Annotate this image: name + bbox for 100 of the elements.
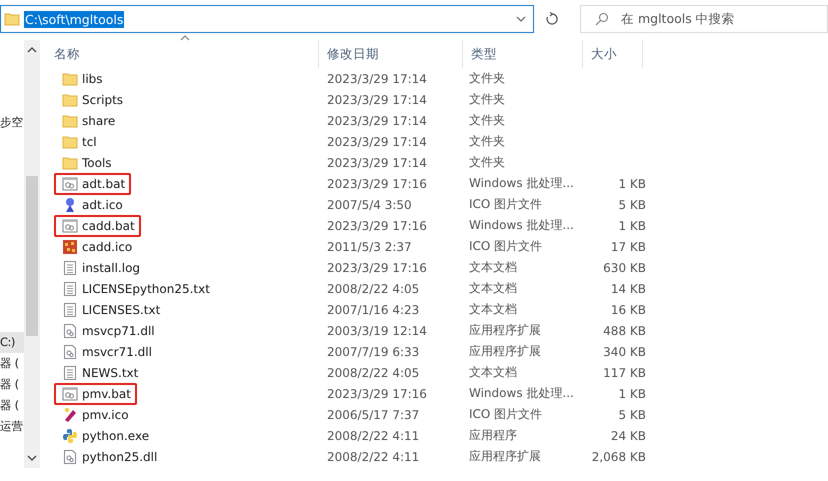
python-icon [62,428,78,444]
scrollbar-thumb[interactable] [26,176,38,336]
highlighted-file-name[interactable]: adt.bat [54,172,132,194]
nav-item[interactable]: 步空 [0,112,24,133]
file-type: 文本文档 [468,259,518,276]
file-name[interactable]: share [54,110,122,132]
column-header[interactable]: 大小 [583,40,643,68]
modified-date: 2023/3/29 17:14 [326,72,428,86]
modified-date: 2007/1/16 4:23 [326,302,420,316]
file-name[interactable]: libs [54,68,109,90]
modified-date: 2008/2/22 4:11 [326,428,420,442]
gears-window-icon [62,176,78,192]
file-name[interactable]: python.exe [54,424,156,446]
file-name[interactable]: Scripts [54,88,130,110]
text-document-icon [62,280,78,296]
file-name[interactable]: LICENSES.txt [54,298,166,320]
modified-date: 2007/5/4 3:50 [326,198,413,212]
file-type: 文本文档 [468,280,518,297]
file-size: 1 KB [617,176,646,190]
column-header[interactable]: 修改日期 [319,40,463,68]
file-name[interactable]: LICENSEpython25.txt [54,278,216,300]
file-type: 文件夹 [468,70,506,87]
scroll-up-icon[interactable] [27,46,37,54]
nav-item[interactable]: 器 ( [0,395,24,416]
highlighted-file-name[interactable]: cadd.bat [54,214,141,236]
file-type: 应用程序扩展 [468,322,542,339]
nav-item[interactable]: 器 ( [0,353,24,374]
file-name[interactable]: adt.ico [54,194,129,216]
modified-date: 2023/3/29 17:14 [326,156,428,170]
address-path: C:\soft\mgltools [24,10,124,28]
gear-document-icon [62,448,78,464]
folder-icon [62,112,78,128]
modified-date: 2023/3/29 17:16 [326,218,428,232]
pattern-tile-icon [62,238,78,254]
file-size: 17 KB [610,240,646,254]
file-type: 文件夹 [468,133,506,150]
file-type: 文件夹 [468,154,506,171]
file-type: Windows 批处理... [468,175,575,192]
sort-caret-icon [180,34,190,41]
nav-item[interactable]: C:) [0,332,24,353]
file-type: 应用程序扩展 [468,343,542,360]
modified-date: 2011/5/3 2:37 [326,240,413,254]
column-header[interactable]: 名称 [46,40,319,68]
modified-date: 2023/3/29 17:16 [326,386,428,400]
file-type: 文件夹 [468,112,506,129]
file-type: 文件夹 [468,91,506,108]
file-name[interactable]: python25.dll [54,446,164,468]
file-size: 340 KB [602,344,646,358]
file-size: 16 KB [610,302,646,316]
modified-date: 2007/7/19 6:33 [326,344,420,358]
folder-icon [62,154,78,170]
search-icon [595,12,609,26]
file-type: ICO 图片文件 [468,406,544,423]
file-size: 14 KB [610,282,646,296]
file-name[interactable]: Tools [54,152,118,174]
file-size: 488 KB [602,324,646,338]
modified-date: 2008/2/22 4:11 [326,450,420,464]
modified-date: 2023/3/29 17:16 [326,176,428,190]
text-document-icon [62,302,78,318]
file-type: ICO 图片文件 [468,196,544,213]
gear-document-icon [62,322,78,338]
nav-item[interactable]: 器 ( [0,374,24,395]
file-size: 117 KB [602,366,646,380]
highlighted-file-name[interactable]: pmv.bat [54,382,137,404]
file-type: 文本文档 [468,364,518,381]
file-type: Windows 批处理... [468,217,575,234]
file-size: 1 KB [617,386,646,400]
file-name[interactable]: NEWS.txt [54,362,144,384]
modified-date: 2006/5/17 7:37 [326,408,420,422]
column-header[interactable]: 类型 [463,40,583,68]
file-size: 1 KB [617,218,646,232]
dropdown-caret-icon[interactable] [515,15,527,23]
file-name[interactable]: cadd.ico [54,236,138,258]
scroll-down-icon[interactable] [27,454,37,462]
text-document-icon [62,364,78,380]
folder-icon [4,11,20,27]
modified-date: 2023/3/29 17:14 [326,134,428,148]
search-field[interactable]: 在 mgltools 中搜索 [580,5,828,33]
modified-date: 2008/2/22 4:05 [326,282,420,296]
capsule-icon [62,406,78,422]
file-name[interactable]: pmv.ico [54,404,135,426]
scrollbar[interactable] [24,40,40,468]
address-bar[interactable]: C:\soft\mgltools [0,5,534,33]
modified-date: 2023/3/29 17:14 [326,114,428,128]
file-name[interactable]: msvcr71.dll [54,340,158,362]
file-size: 2,068 KB [590,450,646,464]
file-name[interactable]: tcl [54,130,103,152]
file-name[interactable]: msvcp71.dll [54,320,161,342]
file-name[interactable]: install.log [54,256,146,278]
file-size: 5 KB [617,408,646,422]
nav-item[interactable]: 运营 [0,416,24,437]
folder-icon [62,92,78,108]
modified-date: 2023/3/29 17:16 [326,260,428,274]
file-type: 文本文档 [468,301,518,318]
refresh-icon [545,12,559,26]
file-type: 应用程序 [468,427,518,444]
file-size: 630 KB [602,260,646,274]
gears-window-icon [62,218,78,234]
file-type: ICO 图片文件 [468,238,544,255]
file-size: 5 KB [617,198,646,212]
